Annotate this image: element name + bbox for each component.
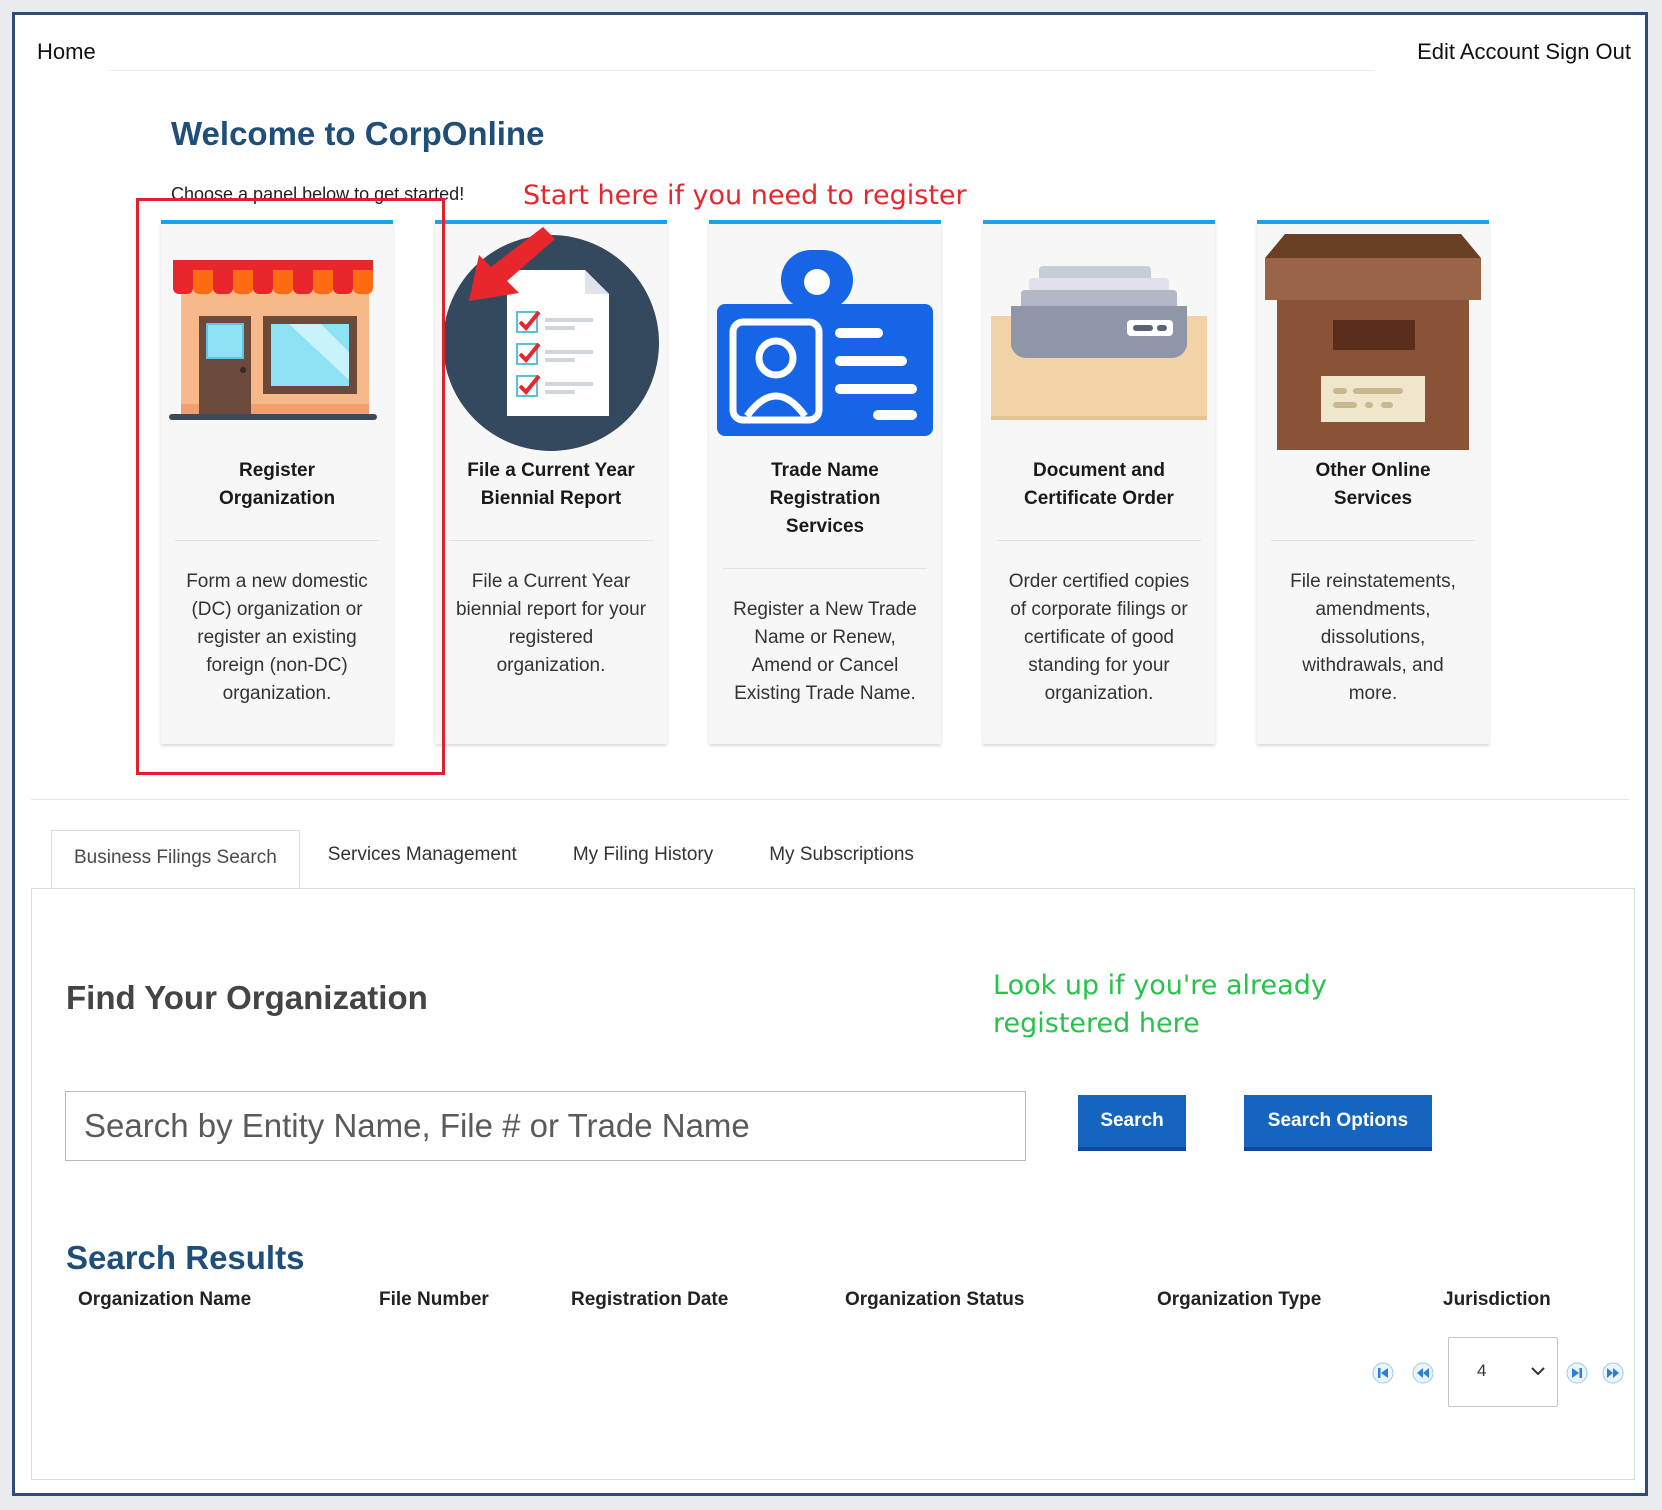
tab-business-filings-search[interactable]: Business Filings Search [51, 830, 300, 888]
column-jurisdiction[interactable]: Jurisdiction [1443, 1289, 1551, 1311]
archive-box-icon [1265, 234, 1481, 450]
column-organization-type[interactable]: Organization Type [1157, 1289, 1321, 1311]
find-organization-heading: Find Your Organization [66, 979, 428, 1016]
nav-home-link[interactable]: Home [37, 39, 96, 65]
tab-my-subscriptions[interactable]: My Subscriptions [741, 830, 942, 888]
lookup-annotation: Look up if you're already registered her… [993, 970, 1327, 1039]
previous-page-icon[interactable] [1412, 1362, 1434, 1384]
file-drawer-icon [991, 266, 1207, 420]
panel-title: Other Online Services [1315, 460, 1431, 509]
register-highlight-box [136, 198, 445, 775]
panel-separator [997, 540, 1201, 541]
panel-separator [723, 568, 927, 569]
register-annotation: Start here if you need to register [523, 180, 967, 211]
panel-document-order[interactable]: Document and Certificate Order Order cer… [983, 220, 1215, 744]
tab-bar: Business Filings Search Services Managem… [51, 830, 942, 888]
nav-divider [107, 70, 1375, 71]
column-registration-date[interactable]: Registration Date [571, 1289, 728, 1311]
chevron-down-icon [1531, 1367, 1545, 1376]
panel-description: Order certified copies of corporate fili… [1008, 571, 1190, 704]
panel-other-services[interactable]: Other Online Services File reinstatement… [1257, 220, 1489, 744]
search-button[interactable]: Search [1078, 1095, 1186, 1151]
panel-title: Document and Certificate Order [1024, 460, 1174, 509]
first-page-icon[interactable] [1372, 1362, 1394, 1384]
column-organization-name[interactable]: Organization Name [78, 1289, 251, 1311]
panel-description: File a Current Year biennial report for … [455, 571, 647, 676]
last-page-icon[interactable] [1602, 1362, 1624, 1384]
id-badge-icon [717, 250, 933, 436]
panel-title: Trade Name Registration Services [769, 460, 881, 537]
panel-description: Register a New Trade Name or Renew, Amen… [733, 599, 917, 704]
column-file-number[interactable]: File Number [379, 1289, 489, 1311]
red-arrow-icon [469, 227, 555, 301]
tab-services-management[interactable]: Services Management [300, 830, 545, 888]
column-organization-status[interactable]: Organization Status [845, 1289, 1024, 1311]
page-size-value: 4 [1477, 1361, 1487, 1380]
next-page-icon[interactable] [1566, 1362, 1588, 1384]
panel-title: File a Current Year Biennial Report [467, 460, 635, 509]
edit-account-link[interactable]: Edit Account [1417, 39, 1539, 65]
search-results-heading: Search Results [66, 1239, 305, 1276]
search-input[interactable] [65, 1091, 1026, 1161]
pagination: 4 [32, 1337, 1634, 1409]
panel-separator [449, 540, 653, 541]
page-size-select[interactable]: 4 [1448, 1337, 1558, 1407]
app-window: Home Edit Account Sign Out Welcome to Co… [12, 12, 1648, 1496]
tab-my-filing-history[interactable]: My Filing History [545, 830, 741, 888]
results-header-row: Organization Name File Number Registrati… [32, 1289, 1634, 1319]
sign-out-link[interactable]: Sign Out [1545, 39, 1631, 65]
panel-separator [1271, 540, 1475, 541]
search-options-button[interactable]: Search Options [1244, 1095, 1432, 1151]
page-title: Welcome to CorpOnline [171, 115, 545, 152]
panel-trade-name[interactable]: Trade Name Registration Services Registe… [709, 220, 941, 744]
panel-description: File reinstatements, amendments, dissolu… [1290, 571, 1456, 704]
account-nav: Edit Account Sign Out [1417, 39, 1631, 65]
section-divider [31, 799, 1629, 800]
search-tab-panel: Find Your Organization Look up if you're… [31, 888, 1635, 1480]
